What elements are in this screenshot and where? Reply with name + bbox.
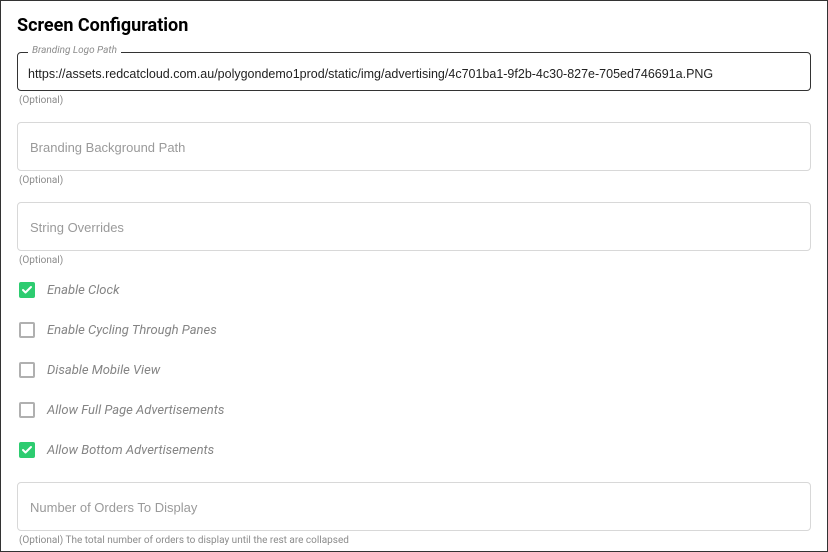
allow-full-ads-row[interactable]: Allow Full Page Advertisements [17,402,811,418]
branding-logo-field[interactable]: Branding Logo Path [17,52,811,91]
allow-bottom-ads-row[interactable]: Allow Bottom Advertisements [17,442,811,458]
branding-logo-helper: (Optional) [19,95,811,106]
num-orders-input[interactable] [30,500,798,515]
page-title: Screen Configuration [17,15,811,36]
string-overrides-field[interactable] [17,202,811,251]
branding-logo-input[interactable] [28,67,800,81]
branding-bg-field[interactable] [17,122,811,171]
disable-mobile-checkbox[interactable] [19,362,35,378]
allow-full-ads-label: Allow Full Page Advertisements [47,403,224,418]
allow-full-ads-checkbox[interactable] [19,402,35,418]
num-orders-field[interactable] [17,482,811,531]
string-overrides-helper: (Optional) [19,255,811,266]
branding-bg-helper: (Optional) [19,175,811,186]
enable-cycling-label: Enable Cycling Through Panes [47,323,217,338]
enable-cycling-checkbox[interactable] [19,322,35,338]
num-orders-helper: (Optional) The total number of orders to… [19,535,811,546]
enable-clock-checkbox[interactable] [19,282,35,298]
disable-mobile-row[interactable]: Disable Mobile View [17,362,811,378]
branding-bg-input[interactable] [30,140,798,155]
check-icon [21,284,33,296]
allow-bottom-ads-label: Allow Bottom Advertisements [47,443,214,458]
enable-clock-label: Enable Clock [47,283,119,298]
disable-mobile-label: Disable Mobile View [47,363,160,378]
enable-cycling-row[interactable]: Enable Cycling Through Panes [17,322,811,338]
string-overrides-input[interactable] [30,220,798,235]
check-icon [21,444,33,456]
enable-clock-row[interactable]: Enable Clock [17,282,811,298]
allow-bottom-ads-checkbox[interactable] [19,442,35,458]
branding-logo-label: Branding Logo Path [28,45,121,56]
